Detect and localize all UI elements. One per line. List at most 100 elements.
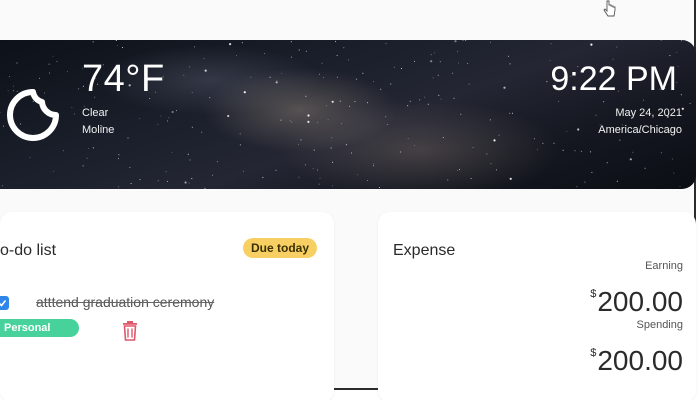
moon-icon [7, 89, 59, 141]
star [262, 176, 264, 178]
star [340, 123, 342, 125]
star [347, 59, 349, 61]
star [356, 174, 358, 176]
star [367, 102, 369, 104]
star [331, 137, 333, 139]
star [86, 157, 88, 159]
star [39, 77, 40, 79]
star [681, 107, 684, 110]
star [307, 114, 310, 117]
star [550, 43, 552, 45]
star [356, 78, 357, 80]
star [606, 162, 608, 164]
star [385, 43, 387, 45]
star [367, 180, 368, 181]
star [574, 150, 576, 152]
star [345, 144, 347, 146]
star [671, 158, 673, 160]
star [616, 180, 618, 182]
star [414, 60, 416, 62]
star [386, 124, 388, 125]
task-checkbox[interactable] [0, 296, 9, 310]
star [166, 180, 168, 182]
star [62, 150, 64, 152]
star [183, 74, 185, 76]
star [660, 152, 662, 154]
star [290, 41, 292, 43]
star [424, 96, 426, 98]
star [680, 94, 682, 96]
trash-icon[interactable] [120, 320, 140, 342]
star [373, 165, 374, 167]
star [580, 150, 582, 152]
spending-currency: $ [590, 347, 597, 359]
clock-time: 9:22 PM [550, 60, 677, 98]
earning-value: 200.00 [597, 286, 683, 317]
star [457, 169, 459, 171]
star [305, 95, 307, 97]
star [189, 159, 191, 161]
star [536, 149, 538, 151]
star [508, 55, 509, 57]
star [298, 143, 299, 145]
earning-label: Earning [645, 260, 683, 272]
star [281, 72, 283, 74]
star [241, 42, 243, 44]
star [313, 149, 315, 151]
star [130, 183, 132, 185]
star [49, 72, 50, 74]
star [558, 100, 560, 102]
star [71, 107, 73, 109]
star [419, 99, 421, 101]
star [680, 40, 682, 42]
star [203, 57, 205, 59]
star [427, 103, 429, 105]
star [335, 40, 337, 42]
star [216, 161, 218, 163]
star [276, 79, 278, 81]
star [204, 69, 207, 72]
star [229, 43, 232, 46]
star [590, 151, 591, 153]
earning-currency: $ [590, 288, 597, 300]
star [275, 81, 278, 84]
star [312, 168, 314, 170]
star [269, 76, 271, 78]
star [275, 169, 277, 171]
task-text[interactable]: atttend graduation ceremony [36, 294, 214, 310]
star [122, 47, 124, 48]
star [191, 126, 193, 128]
star [490, 163, 492, 165]
star [239, 133, 241, 135]
star [116, 45, 118, 47]
star [673, 172, 675, 174]
star [327, 119, 329, 121]
star [430, 54, 432, 56]
star [157, 180, 159, 182]
star [138, 118, 140, 120]
star [171, 151, 173, 153]
due-today-badge: Due today [243, 238, 318, 258]
star [385, 116, 387, 118]
star [115, 40, 117, 41]
earning-amount: $200.00 [590, 279, 683, 317]
star [191, 92, 193, 93]
star [92, 41, 94, 43]
star [331, 100, 334, 103]
star [438, 94, 440, 96]
spending-amount: $200.00 [590, 338, 683, 376]
task-tag-personal[interactable]: Personal [0, 319, 79, 337]
star [453, 97, 455, 99]
star [489, 41, 491, 43]
star [603, 101, 605, 103]
star [689, 103, 691, 105]
star [56, 60, 58, 62]
star [498, 134, 500, 136]
star [409, 100, 411, 102]
star [362, 72, 364, 74]
star [291, 121, 293, 123]
star [509, 177, 512, 180]
star [264, 53, 266, 54]
star [280, 119, 282, 121]
star [349, 105, 351, 107]
